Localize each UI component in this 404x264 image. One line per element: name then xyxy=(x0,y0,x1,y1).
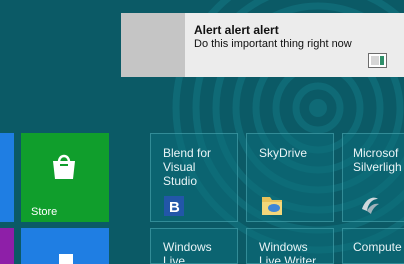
tile-blend-for-visual-studio[interactable]: Blend for Visual Studio B xyxy=(150,133,238,222)
tile-compute-label: Compute xyxy=(353,240,402,254)
tile-blue-partial[interactable] xyxy=(0,133,14,222)
tile-silverlight-label: Microsof Silverligh xyxy=(353,146,402,174)
app-window-icon xyxy=(368,53,387,68)
tile-live-writer-label: Windows Live Writer xyxy=(259,240,317,264)
folder-icon xyxy=(262,197,282,215)
tile-skydrive-label: SkyDrive xyxy=(259,146,308,160)
svg-text:B: B xyxy=(169,199,180,216)
shopping-bag-icon xyxy=(53,154,75,179)
tile-purple-partial[interactable] xyxy=(0,228,14,264)
tile-blue-bottom[interactable] xyxy=(21,228,109,264)
tile-store-label: Store xyxy=(31,206,58,218)
tile-windows-live-mail[interactable]: Windows Live xyxy=(150,228,238,264)
tile-compute[interactable]: Compute xyxy=(342,228,404,264)
tile-blend-label: Blend for Visual Studio xyxy=(163,146,212,188)
tile-microsoft-silverlight[interactable]: Microsof Silverligh xyxy=(342,133,404,222)
silverlight-icon xyxy=(362,197,379,214)
tile-windows-live-writer[interactable]: Windows Live Writer xyxy=(246,228,334,264)
tile-app-icon xyxy=(59,254,73,264)
app-logo-placeholder-icon xyxy=(121,13,185,77)
blend-logo-icon: B xyxy=(164,196,184,216)
toast-message: Do this important thing right now xyxy=(194,38,352,50)
toast-notification[interactable]: Alert alert alert Do this important thin… xyxy=(121,13,404,77)
toast-title: Alert alert alert xyxy=(194,23,279,37)
tile-store[interactable]: Store xyxy=(21,133,109,222)
tile-live-mail-label: Windows Live xyxy=(163,240,212,264)
tile-skydrive[interactable]: SkyDrive xyxy=(246,133,334,222)
